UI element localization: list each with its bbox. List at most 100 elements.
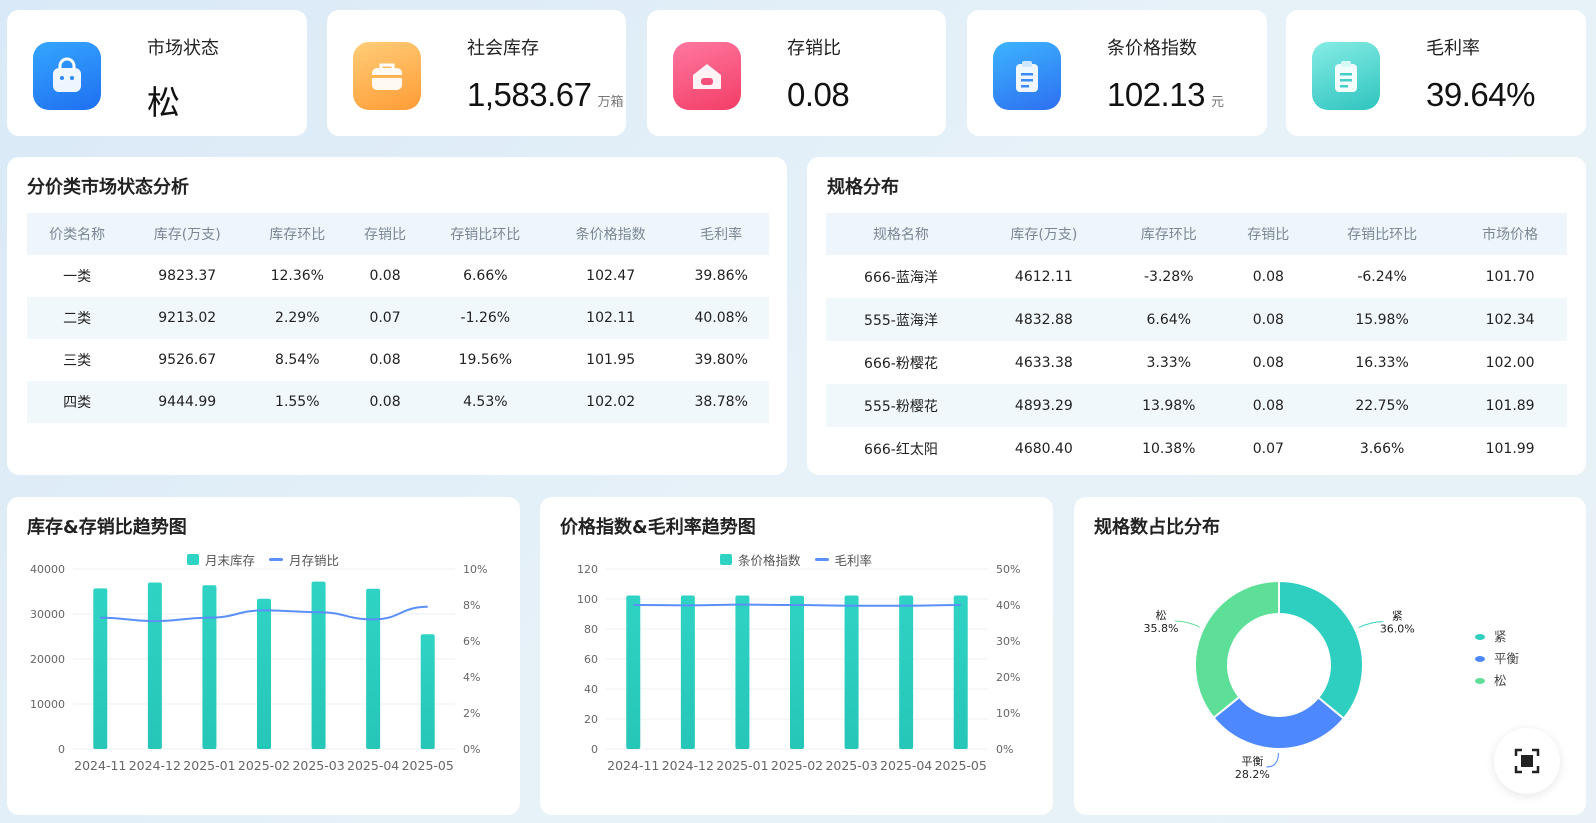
table-cell: 666-红太阳: [864, 441, 938, 458]
pie-slice: [1278, 579, 1364, 720]
table-cell: 22.75%: [1310, 384, 1454, 427]
table-cell: 4832.88: [975, 298, 1112, 341]
y-tick-label: 80: [584, 623, 598, 636]
table-row[interactable]: 二类 9213.02 2.29% 0.07 -1.26% 102.11 40.08%: [27, 297, 769, 339]
kpi-label: 社会库存: [467, 38, 539, 59]
table-header-cell: 库存环比: [247, 213, 348, 255]
bar: [735, 595, 750, 749]
bar: [844, 595, 859, 749]
table-row[interactable]: 666-红太阳 4680.40 10.38% 0.07 3.66% 101.99: [826, 427, 1567, 470]
kpi-value: 102.13: [1107, 76, 1205, 113]
table-cell: 9213.02: [127, 297, 248, 339]
kpi-card-price-index: 条价格指数 102.13 元: [967, 10, 1267, 136]
legend-marker: [1475, 678, 1485, 684]
y-tick-label: 20000: [30, 653, 65, 666]
table-cell: 0.07: [347, 297, 423, 339]
y-tick-label: 60: [584, 653, 598, 666]
table-cell: 38.78%: [673, 381, 769, 423]
slice-label: 紧: [1392, 610, 1403, 623]
category-analysis-panel: 分价类市场状态分析 价类名称 库存(万支) 库存环比 存销比 存销比环比 条价格指数 毛利率…: [7, 157, 787, 475]
spec-table: 规格名称 库存(万支) 库存环比 存销比 存销比环比 市场价格 666-蓝海洋 4612.1…: [826, 213, 1567, 470]
table-header-cell: 存销比环比: [1310, 213, 1454, 255]
y2-tick-label: 50%: [996, 563, 1020, 576]
y2-tick-label: 10%: [996, 707, 1020, 720]
x-tick-label: 2024-12: [662, 758, 714, 773]
table-cell: -3.28%: [1143, 268, 1194, 285]
x-tick-label: 2025-01: [716, 758, 768, 773]
table-row[interactable]: 555-蓝海洋 4832.88 6.64% 0.08 15.98% 102.34: [826, 298, 1567, 341]
clipboard-icon: [993, 42, 1061, 110]
table-cell: 555-蓝海洋: [826, 298, 976, 341]
x-tick-label: 2025-04: [880, 758, 932, 773]
table-cell: 15.98%: [1310, 298, 1454, 341]
y2-tick-label: 6%: [463, 635, 480, 648]
table-cell: 12.36%: [270, 268, 324, 284]
table-cell: 0.08: [369, 268, 401, 284]
kpi-label: 市场状态: [147, 38, 219, 59]
x-tick-label: 2025-01: [183, 758, 235, 773]
y-tick-label: 20: [584, 713, 598, 726]
table-row[interactable]: 666-粉樱花 4633.38 3.33% 0.08 16.33% 102.00: [826, 341, 1567, 384]
pie-slice: [1194, 579, 1280, 720]
table-row[interactable]: 四类 9444.99 1.55% 0.08 4.53% 102.02 38.78%: [27, 381, 769, 423]
clipboard-icon: [1312, 42, 1380, 110]
y2-tick-label: 0%: [463, 743, 480, 756]
table-cell: 9526.67: [158, 352, 217, 368]
table-cell: 4893.29: [975, 384, 1112, 427]
y2-tick-label: 10%: [463, 563, 487, 576]
shopping-bag-icon: [33, 42, 101, 110]
table-row[interactable]: 555-粉樱花 4893.29 13.98% 0.08 22.75% 101.89: [826, 384, 1567, 427]
table-cell: 101.99: [1485, 440, 1535, 457]
table-cell: 6.66%: [463, 268, 508, 284]
kpi-card-market-status: 市场状态 松: [7, 10, 307, 136]
table-cell: 102.47: [586, 268, 636, 284]
bar: [790, 595, 804, 749]
y2-tick-label: 40%: [996, 599, 1020, 612]
table-header-cell: 规格名称: [826, 213, 976, 255]
table-cell: 二类: [27, 297, 128, 339]
bar: [899, 595, 914, 749]
table-header-cell: 存销比: [1225, 213, 1311, 255]
table-cell: 666-蓝海洋: [864, 269, 938, 286]
table-cell: 19.56%: [458, 352, 513, 368]
x-tick-label: 2024-11: [607, 758, 659, 773]
table-row[interactable]: 一类 9823.37 12.36% 0.08 6.66% 102.47 39.86%: [27, 255, 769, 297]
x-tick-label: 2025-05: [402, 758, 454, 773]
y-tick-label: 0: [591, 743, 598, 756]
slice-percent: 36.0%: [1380, 623, 1415, 636]
table-cell: 102.02: [548, 381, 674, 423]
kpi-value: 0.08: [787, 76, 850, 113]
fullscreen-button[interactable]: [1494, 728, 1560, 794]
label-leader: [1266, 752, 1279, 768]
table-row[interactable]: 666-蓝海洋 4612.11 -3.28% 0.08 -6.24% 101.70: [826, 255, 1567, 298]
table-row[interactable]: 三类 9526.67 8.54% 0.08 19.56% 101.95 39.80%: [27, 339, 769, 381]
table-cell: 102.00: [1485, 354, 1535, 371]
bar: [311, 581, 326, 749]
label-leader: [1174, 620, 1200, 628]
table-header-cell: 市场价格: [1453, 213, 1567, 255]
inventory-trend-chart: 0 10000 20000 30000 40000 0% 2% 4% 6% 8% 10% 2024-1…: [30, 563, 487, 773]
table-cell: 8.54%: [275, 352, 320, 368]
table-cell: 0.08: [347, 381, 423, 423]
bar: [93, 588, 108, 749]
kpi-label: 毛利率: [1426, 38, 1480, 59]
table-cell: 0.08: [369, 352, 401, 368]
price-trend-chart: 0204060801001200%10%20%30%40%50%2024-11 2…: [577, 563, 1020, 773]
y2-tick-label: 30%: [996, 635, 1020, 648]
slice-label: 平衡: [1241, 755, 1263, 768]
table-header-cell: 库存环比: [1111, 213, 1226, 255]
bar: [680, 595, 695, 749]
y-tick-label: 100: [577, 593, 598, 606]
category-table: 价类名称 库存(万支) 库存环比 存销比 存销比环比 条价格指数 毛利率 一类 9823.37…: [27, 213, 769, 423]
x-tick-label: 2025-03: [825, 758, 877, 773]
table-cell: 666-粉樱花: [864, 355, 938, 372]
x-tick-label: 2025-03: [292, 758, 344, 773]
y2-tick-label: 8%: [463, 599, 480, 612]
table-cell: 3.66%: [1359, 440, 1405, 457]
table-cell: 0.08: [1225, 384, 1311, 427]
pie-slice: [1212, 695, 1346, 750]
y-tick-label: 40: [584, 683, 598, 696]
legend-marker: [1475, 656, 1485, 662]
panel-title: 分价类市场状态分析: [27, 177, 189, 198]
table-cell: 555-粉樱花: [826, 384, 976, 427]
